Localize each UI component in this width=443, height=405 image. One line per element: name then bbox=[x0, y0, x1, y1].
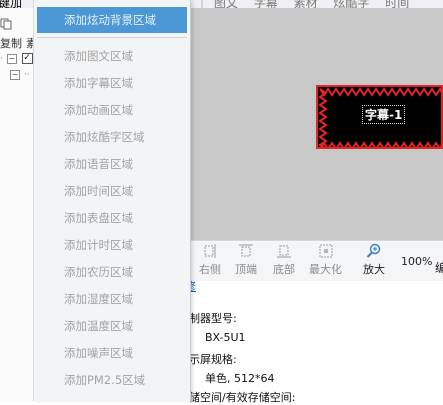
display-spec-value: 单色, 512*64 bbox=[205, 372, 275, 385]
align-right-button[interactable]: 右侧 bbox=[199, 243, 221, 277]
copy-label: 复制 bbox=[0, 37, 22, 50]
menu-item-add-voice-area[interactable]: 添加语音区域 bbox=[34, 151, 190, 177]
align-top-icon bbox=[239, 244, 253, 257]
menu-item-add-humidity-area[interactable]: 添加湿度区域 bbox=[34, 286, 190, 312]
tree-node-program[interactable]: · − ✓ bbox=[0, 51, 34, 65]
menu-item-add-animation-area[interactable]: 添加动画区域 bbox=[34, 97, 190, 123]
copy-icon[interactable] bbox=[0, 18, 12, 33]
subtitle-caption[interactable]: 字幕-1 bbox=[362, 105, 406, 124]
controller-model-value: BX-5U1 bbox=[205, 331, 246, 344]
collapse-icon[interactable]: − bbox=[10, 69, 20, 80]
align-right-icon bbox=[204, 244, 216, 258]
controller-info-panel: 修 制器型号: BX-5U1 示屏规格: 单色, 512*64 储空间/有效存储… bbox=[185, 280, 443, 404]
magnifier-plus-icon bbox=[366, 243, 381, 258]
maximize-button[interactable]: 最大化 bbox=[309, 243, 342, 277]
menu-item-add-pm25-area[interactable]: 添加PM2.5区域 bbox=[34, 367, 190, 393]
menu-item-add-image-text-area[interactable]: 添加图文区域 bbox=[34, 43, 190, 69]
zoom-level: 100% bbox=[401, 255, 433, 268]
menu-item-add-cool-text-area[interactable]: 添加炫酷字区域 bbox=[34, 124, 190, 150]
collapse-icon[interactable]: − bbox=[6, 53, 17, 64]
led-screen-area[interactable]: 字幕-1 bbox=[316, 85, 443, 149]
preview-canvas[interactable]: 字幕-1 bbox=[189, 8, 443, 240]
menu-item-add-lunar-calendar-area[interactable]: 添加农历区域 bbox=[34, 259, 190, 285]
menu-item-add-timer-area[interactable]: 添加计时区域 bbox=[34, 232, 190, 258]
align-bottom-button[interactable]: 底部 bbox=[273, 243, 295, 277]
maximize-icon bbox=[319, 244, 332, 258]
tree-node-area[interactable]: − ·· bbox=[10, 67, 34, 81]
storage-label: 储空间/有效存储空间: bbox=[189, 391, 296, 404]
zoom-in-button[interactable]: 放大 bbox=[363, 243, 385, 277]
edit-button-fragment[interactable]: 编 bbox=[435, 259, 443, 276]
menu-item-add-noise-area[interactable]: 添加噪声区域 bbox=[34, 340, 190, 366]
align-bottom-icon bbox=[277, 245, 291, 258]
program-tree-panel: 复制 素 · − ✓ − ·· bbox=[0, 8, 37, 401]
checkbox-icon[interactable]: ✓ bbox=[21, 53, 33, 64]
menu-item-add-time-area[interactable]: 添加时间区域 bbox=[34, 178, 190, 204]
menu-item-add-dynamic-background-area[interactable]: 添加炫动背景区域 bbox=[37, 7, 187, 33]
align-toolbar: 右侧 顶端 底部 最大化 放大 100% 编 bbox=[189, 240, 443, 282]
controller-model-label: 制器型号: bbox=[189, 312, 237, 325]
align-top-button[interactable]: 顶端 bbox=[235, 243, 257, 277]
display-spec-label: 示屏规格: bbox=[189, 353, 237, 366]
menu-item-add-dial-area[interactable]: 添加表盘区域 bbox=[34, 205, 190, 231]
add-area-dropdown-menu: 添加炫动背景区域 添加图文区域 添加字幕区域 添加动画区域 添加炫酷字区域 添加… bbox=[33, 0, 191, 401]
menu-item-add-subtitle-area[interactable]: 添加字幕区域 bbox=[34, 70, 190, 96]
menu-separator bbox=[37, 37, 187, 38]
menu-item-add-temperature-area[interactable]: 添加温度区域 bbox=[34, 313, 190, 339]
